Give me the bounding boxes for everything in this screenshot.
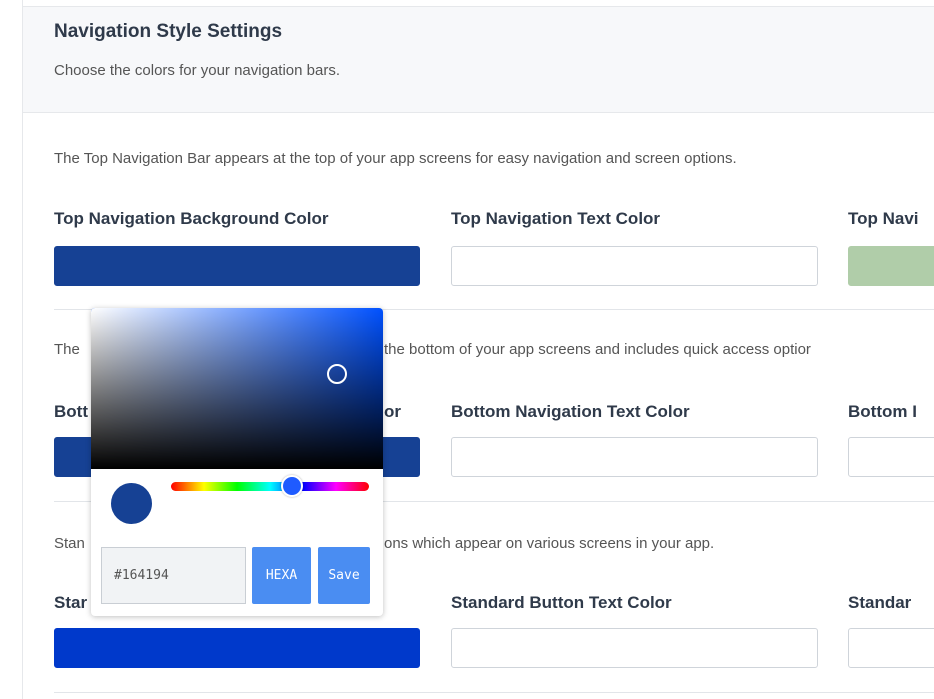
bottom-nav-description-start: The <box>54 341 80 358</box>
bottom-nav-bg-label-tail: or <box>384 402 401 421</box>
standard-description-start: Stan <box>54 535 85 552</box>
color-picker-popup: HEXA Save <box>91 308 383 616</box>
bottom-nav-text-label: Bottom Navigation Text Color <box>451 402 690 421</box>
bottom-nav-text-color-swatch[interactable] <box>451 437 818 477</box>
hue-slider-handle[interactable] <box>281 475 303 497</box>
save-button[interactable]: Save <box>318 547 370 604</box>
bottom-nav-bg-label-start: Bott <box>54 402 88 421</box>
section-divider <box>54 692 934 693</box>
hue-slider[interactable] <box>171 482 369 491</box>
standard-button-third-label: Standar <box>848 593 912 612</box>
color-palette[interactable] <box>91 308 383 469</box>
bottom-nav-third-color-swatch[interactable] <box>848 437 934 477</box>
color-preview <box>111 483 152 524</box>
bottom-nav-third-label: Bottom I <box>848 402 917 421</box>
standard-description-tail: ons which appear on various screens in y… <box>384 535 715 552</box>
page-title: Navigation Style Settings <box>54 21 283 42</box>
top-nav-third-color-swatch[interactable] <box>848 246 934 286</box>
top-nav-bg-label: Top Navigation Background Color <box>54 209 329 228</box>
bottom-nav-description-tail: the bottom of your app screens and inclu… <box>384 341 811 358</box>
top-nav-third-label: Top Navi <box>848 209 919 228</box>
standard-button-third-color-swatch[interactable] <box>848 628 934 668</box>
settings-header: Navigation Style Settings Choose the col… <box>23 6 934 113</box>
top-nav-text-label: Top Navigation Text Color <box>451 209 661 228</box>
top-nav-text-color-swatch[interactable] <box>451 246 818 286</box>
top-nav-description: The Top Navigation Bar appears at the to… <box>54 150 737 167</box>
standard-button-bg-color-swatch[interactable] <box>54 628 420 668</box>
page-subtitle: Choose the colors for your navigation ba… <box>54 62 340 79</box>
hex-input[interactable] <box>101 547 246 604</box>
hexa-mode-button[interactable]: HEXA <box>252 547 311 604</box>
standard-button-text-label: Standard Button Text Color <box>451 593 672 612</box>
top-nav-bg-color-swatch[interactable] <box>54 246 420 286</box>
palette-cursor[interactable] <box>327 364 347 384</box>
standard-button-text-color-swatch[interactable] <box>451 628 818 668</box>
standard-button-bg-label: Star <box>54 593 88 612</box>
